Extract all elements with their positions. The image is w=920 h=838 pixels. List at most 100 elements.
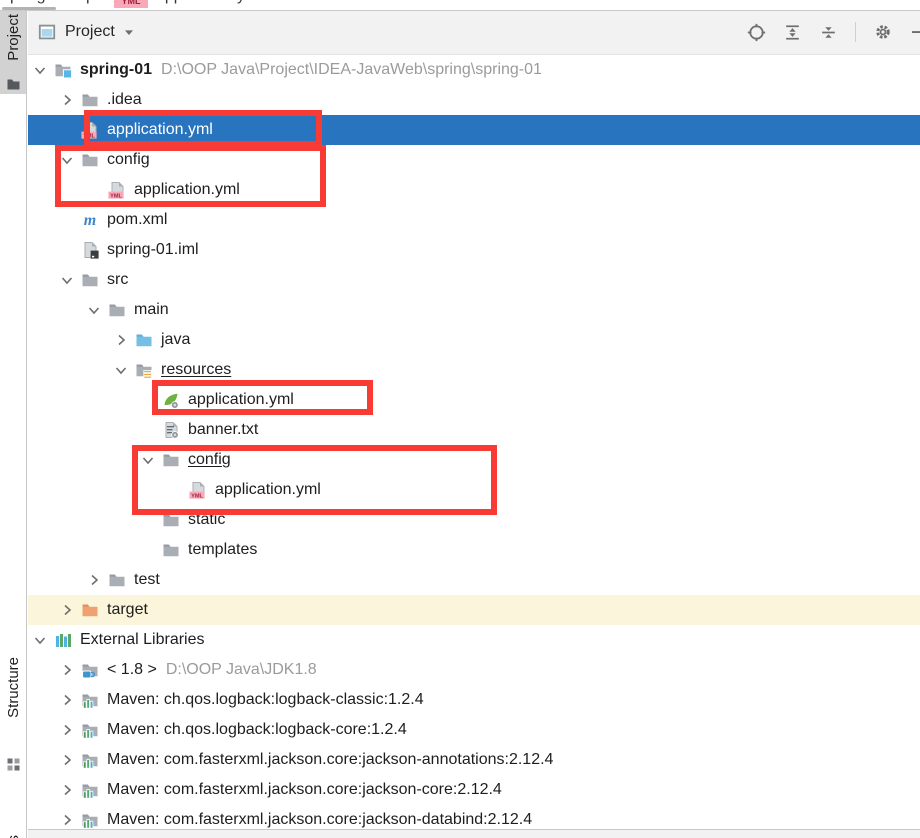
stripe-tab-project[interactable]: Project bbox=[0, 10, 26, 94]
maven-lib-icon bbox=[81, 781, 99, 799]
tree-row[interactable]: config bbox=[28, 445, 920, 475]
tree-item-label: Maven: com.fasterxml.jackson.core:jackso… bbox=[107, 811, 533, 828]
tree-row[interactable]: application.yml bbox=[28, 385, 920, 415]
text-file-icon bbox=[162, 421, 180, 439]
tree-row[interactable]: static bbox=[28, 505, 920, 535]
tree-row[interactable]: .idea bbox=[28, 85, 920, 115]
tree-row[interactable]: test bbox=[28, 565, 920, 595]
chevron-down-icon[interactable] bbox=[32, 632, 48, 648]
tree-item-label: application.yml bbox=[107, 121, 213, 138]
tree-row[interactable]: src bbox=[28, 265, 920, 295]
chevron-right-icon[interactable] bbox=[59, 722, 75, 738]
chevron-right-icon[interactable] bbox=[59, 692, 75, 708]
chevron-down-icon[interactable] bbox=[59, 152, 75, 168]
tree-item-label: pom.xml bbox=[107, 211, 168, 228]
project-folder-icon bbox=[54, 61, 73, 79]
tree-item-path: D:\OOP Java\Project\IDEA-JavaWeb\spring\… bbox=[161, 61, 542, 78]
maven-m-icon: m bbox=[81, 211, 99, 229]
chevron-down-icon[interactable] bbox=[121, 24, 137, 40]
ide-project-tool-window: spring-01 spring-01 YML application.yml … bbox=[0, 0, 920, 838]
hide-panel-button[interactable] bbox=[910, 23, 920, 41]
iml-file-icon bbox=[81, 241, 99, 259]
folder-icon bbox=[81, 271, 99, 289]
chevron-right-icon[interactable] bbox=[59, 92, 75, 108]
tree-row[interactable]: templates bbox=[28, 535, 920, 565]
tree-row[interactable]: java bbox=[28, 325, 920, 355]
maven-lib-icon bbox=[81, 691, 99, 709]
svg-text:YML: YML bbox=[191, 493, 203, 499]
chevron-down-icon[interactable] bbox=[59, 272, 75, 288]
collapse-all-button[interactable] bbox=[819, 23, 838, 42]
stripe-tab-structure-label: Structure bbox=[5, 657, 22, 718]
tree-row[interactable]: m pom.xml bbox=[28, 205, 920, 235]
tree-item-label: .idea bbox=[107, 91, 142, 108]
chevron-right-icon[interactable] bbox=[113, 332, 129, 348]
tree-item-path: D:\OOP Java\JDK1.8 bbox=[165, 661, 317, 678]
tree-row[interactable]: YML application.yml bbox=[28, 175, 920, 205]
tree-row[interactable]: YML application.yml bbox=[28, 115, 920, 145]
yml-badge-icon: YML bbox=[114, 0, 148, 8]
chevron-right-icon[interactable] bbox=[59, 752, 75, 768]
project-folder-icon bbox=[7, 79, 20, 90]
stripe-tab-structure[interactable]: Structure bbox=[0, 655, 26, 777]
stripe-tab-partial-label: s bbox=[5, 835, 22, 838]
nav-scrollbar[interactable] bbox=[2, 7, 56, 10]
chevron-down-icon[interactable] bbox=[113, 362, 129, 378]
folder-icon bbox=[162, 451, 180, 469]
yml-file-icon: YML bbox=[189, 481, 207, 499]
svg-text:m: m bbox=[84, 212, 96, 229]
tree-row[interactable]: banner.txt bbox=[28, 415, 920, 445]
resources-folder-icon bbox=[135, 361, 153, 379]
tree-row[interactable]: target bbox=[28, 595, 920, 625]
stripe-tab-partial[interactable]: s bbox=[5, 829, 22, 838]
breadcrumb-item[interactable]: spring-01 bbox=[2, 0, 69, 5]
tree-row[interactable]: resources bbox=[28, 355, 920, 385]
tree-row[interactable]: config bbox=[28, 145, 920, 175]
chevron-down-icon[interactable] bbox=[86, 302, 102, 318]
tree-item-label: application.yml bbox=[215, 481, 321, 498]
breadcrumb: spring-01 spring-01 YML application.yml bbox=[0, 0, 920, 11]
expand-all-button[interactable] bbox=[783, 23, 802, 42]
tree-item-label: External Libraries bbox=[80, 631, 205, 648]
chevron-right-icon[interactable] bbox=[59, 662, 75, 678]
chevron-down-icon[interactable] bbox=[140, 452, 156, 468]
locate-file-button[interactable] bbox=[747, 23, 766, 42]
svg-text:YML: YML bbox=[110, 193, 122, 199]
tree-row[interactable]: Maven: ch.qos.logback:logback-core:1.2.4 bbox=[28, 715, 920, 745]
chevron-right-icon[interactable] bbox=[59, 812, 75, 828]
chevron-right-icon[interactable] bbox=[59, 602, 75, 618]
tree-item-label: Maven: com.fasterxml.jackson.core:jackso… bbox=[107, 781, 502, 798]
tree-item-label: static bbox=[188, 511, 226, 528]
tree-row[interactable]: main bbox=[28, 295, 920, 325]
panel-title: Project bbox=[65, 23, 115, 40]
chevron-right-icon[interactable] bbox=[86, 572, 102, 588]
tree-row[interactable]: spring-01.iml bbox=[28, 235, 920, 265]
tree-row[interactable]: < 1.8 > D:\OOP Java\JDK1.8 bbox=[28, 655, 920, 685]
tree-item-label: banner.txt bbox=[188, 421, 259, 438]
tree-row[interactable]: YML application.yml bbox=[28, 475, 920, 505]
folder-icon bbox=[108, 301, 126, 319]
folder-icon bbox=[162, 511, 180, 529]
tree-row[interactable]: spring-01 D:\OOP Java\Project\IDEA-JavaWe… bbox=[28, 55, 920, 85]
chevron-down-icon[interactable] bbox=[32, 62, 48, 78]
breadcrumb-item[interactable]: application.yml bbox=[156, 0, 262, 5]
chevron-right-icon[interactable] bbox=[59, 782, 75, 798]
tree-row[interactable]: Maven: com.fasterxml.jackson.core:jackso… bbox=[28, 775, 920, 805]
tree-row[interactable]: Maven: com.fasterxml.jackson.core:jackso… bbox=[28, 745, 920, 775]
tree-item-label: Maven: com.fasterxml.jackson.core:jackso… bbox=[107, 751, 554, 768]
tree-row[interactable]: External Libraries bbox=[28, 625, 920, 655]
project-toolbar: Project bbox=[28, 10, 920, 55]
tree-item-label: templates bbox=[188, 541, 258, 558]
jdk-folder-icon bbox=[81, 661, 99, 679]
tree-item-label: java bbox=[161, 331, 191, 348]
project-panel: Project spring-01 D:\OOP Java\Project\ID… bbox=[28, 10, 920, 838]
settings-gear-button[interactable] bbox=[873, 22, 893, 42]
tree-row[interactable]: Maven: ch.qos.logback:logback-classic:1.… bbox=[28, 685, 920, 715]
folder-icon bbox=[108, 571, 126, 589]
